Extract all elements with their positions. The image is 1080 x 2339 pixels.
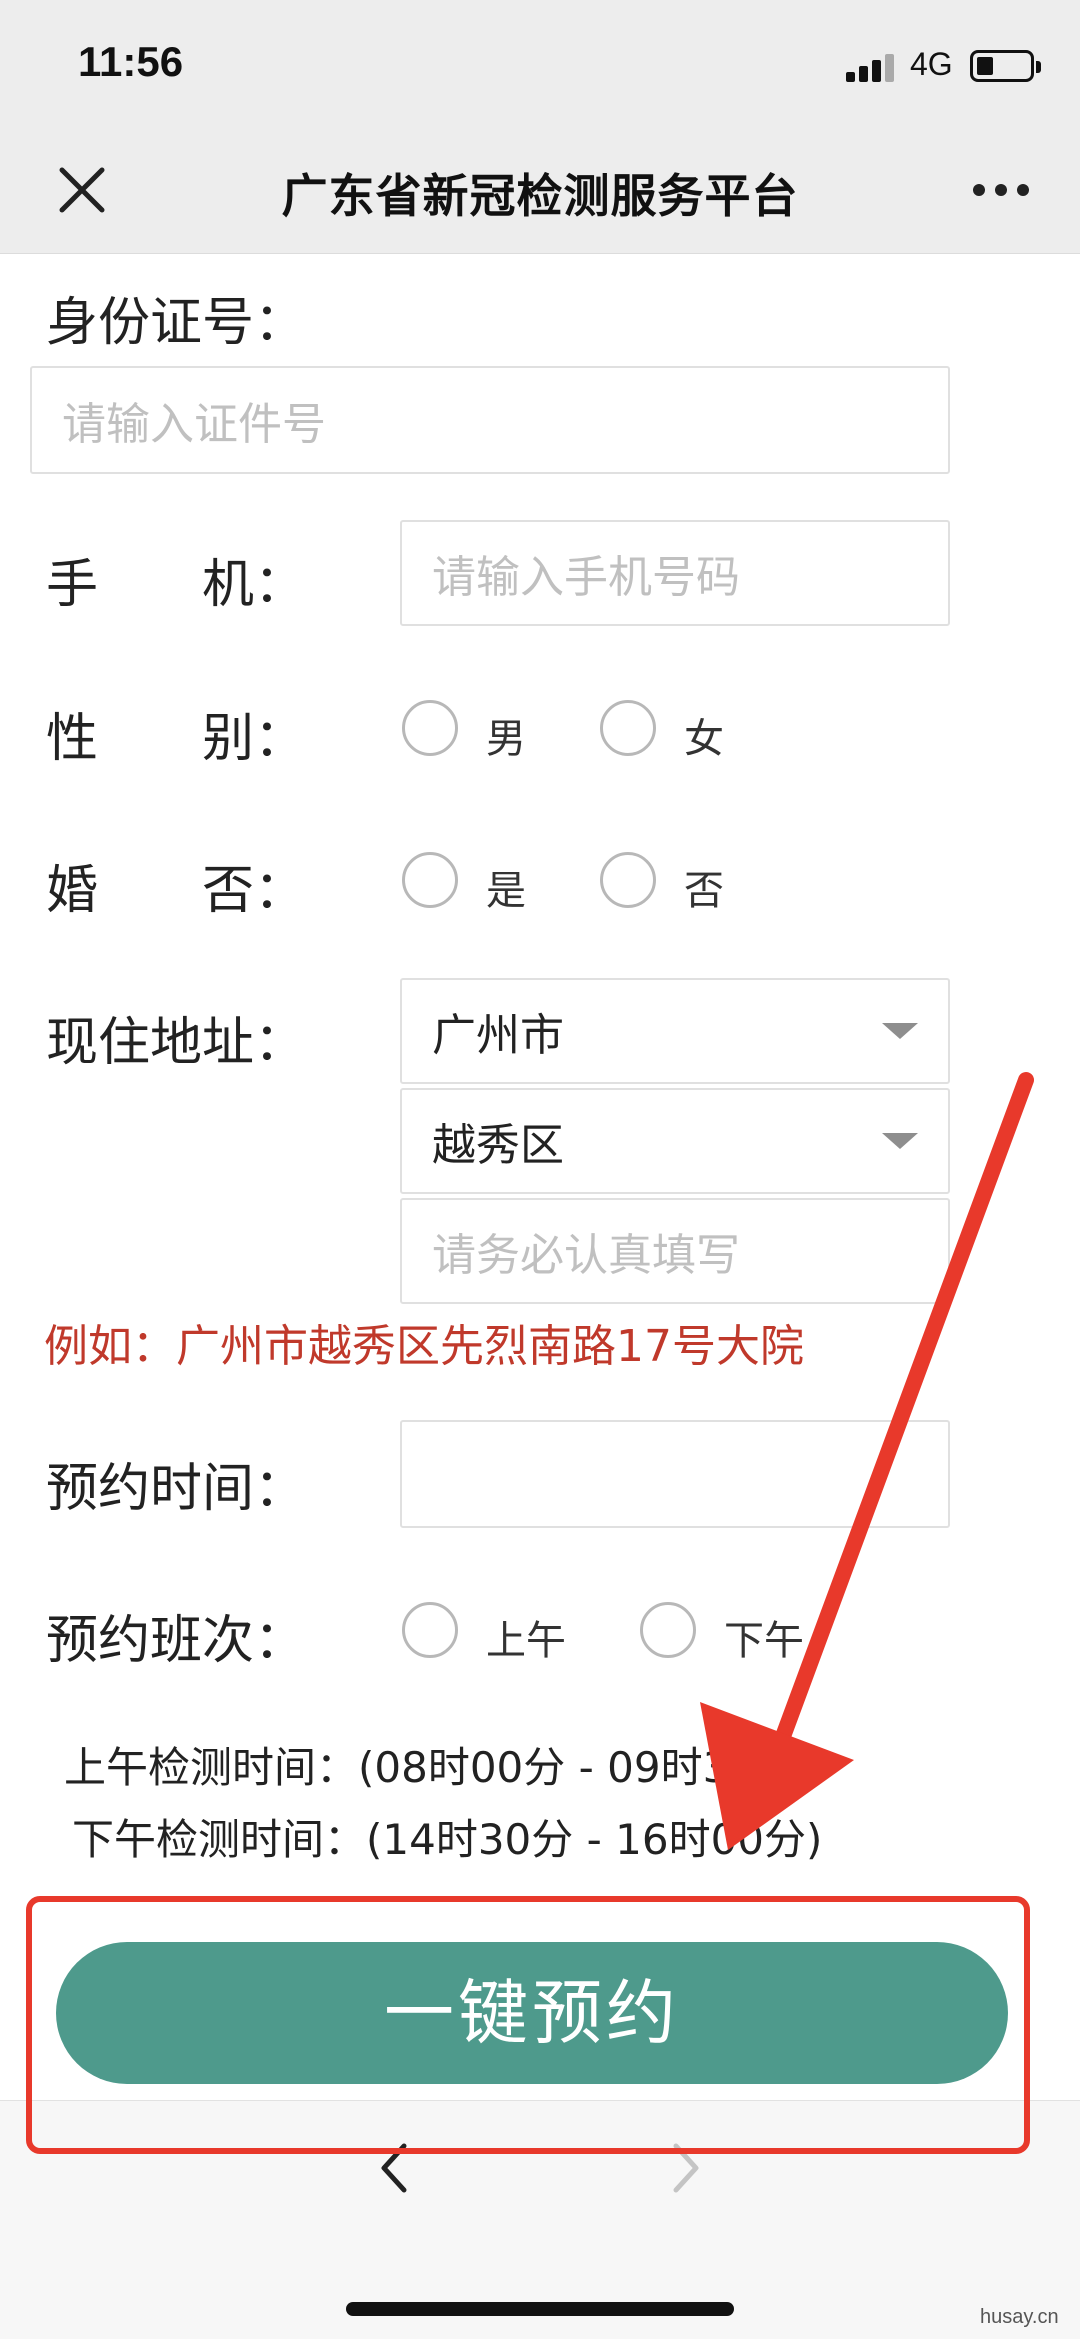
annotation-highlight-box <box>26 1896 1030 2154</box>
watermark: husay.cn <box>980 2306 1059 2328</box>
shift-morning-radio[interactable] <box>402 1602 458 1658</box>
network-label: 4G <box>910 46 953 82</box>
street-address-input[interactable]: 请务必认真填写 <box>400 1198 950 1304</box>
phone-placeholder: 请输入手机号码 <box>432 552 740 603</box>
chevron-down-icon <box>882 1133 918 1149</box>
chevron-down-icon <box>882 1023 918 1039</box>
address-example: 例如：广州市越秀区先烈南路17号大院 <box>44 1321 804 1372</box>
more-icon[interactable] <box>970 160 1032 220</box>
morning-time-info: 上午检测时间：(08时00分 - 09时30分) <box>64 1743 815 1792</box>
married-yes-radio[interactable] <box>402 852 458 908</box>
page-title: 广东省新冠检测服务平台 <box>281 169 799 223</box>
district-value: 越秀区 <box>432 1120 564 1171</box>
status-bar: 11:56 4G <box>0 0 1080 130</box>
id-number-placeholder: 请输入证件号 <box>62 399 326 450</box>
gender-male-label[interactable]: 男 <box>486 706 526 764</box>
id-number-input[interactable]: 请输入证件号 <box>30 366 950 474</box>
married-no-radio[interactable] <box>600 852 656 908</box>
married-no-label[interactable]: 否 <box>684 858 724 916</box>
signal-icon <box>846 52 894 82</box>
shift-label: 预约班次： <box>46 1611 307 1671</box>
address-label: 现住地址： <box>46 1013 307 1073</box>
gender-label: 性 别： <box>46 709 307 769</box>
battery-icon <box>970 50 1041 82</box>
shift-morning-label[interactable]: 上午 <box>486 1608 566 1666</box>
gender-male-radio[interactable] <box>402 700 458 756</box>
phone-input[interactable]: 请输入手机号码 <box>400 520 950 626</box>
city-value: 广州市 <box>432 1010 564 1061</box>
status-time: 11:56 <box>78 38 184 85</box>
appointment-time-label: 预约时间： <box>46 1459 307 1519</box>
home-indicator <box>346 2302 734 2316</box>
city-select[interactable]: 广州市 <box>400 978 950 1084</box>
gender-female-radio[interactable] <box>600 700 656 756</box>
gender-female-label[interactable]: 女 <box>684 706 724 764</box>
street-address-placeholder: 请务必认真填写 <box>432 1230 740 1281</box>
afternoon-time-info: 下午检测时间：(14时30分 - 16时00分) <box>72 1815 823 1864</box>
appointment-time-input[interactable] <box>400 1420 950 1528</box>
shift-afternoon-label[interactable]: 下午 <box>724 1608 804 1666</box>
shift-afternoon-radio[interactable] <box>640 1602 696 1658</box>
nav-bar: 广东省新冠检测服务平台 <box>0 130 1080 254</box>
district-select[interactable]: 越秀区 <box>400 1088 950 1194</box>
id-number-label: 身份证号： <box>46 293 307 353</box>
phone-label: 手 机： <box>46 555 307 615</box>
married-label: 婚 否： <box>46 861 307 921</box>
married-yes-label[interactable]: 是 <box>486 858 526 916</box>
